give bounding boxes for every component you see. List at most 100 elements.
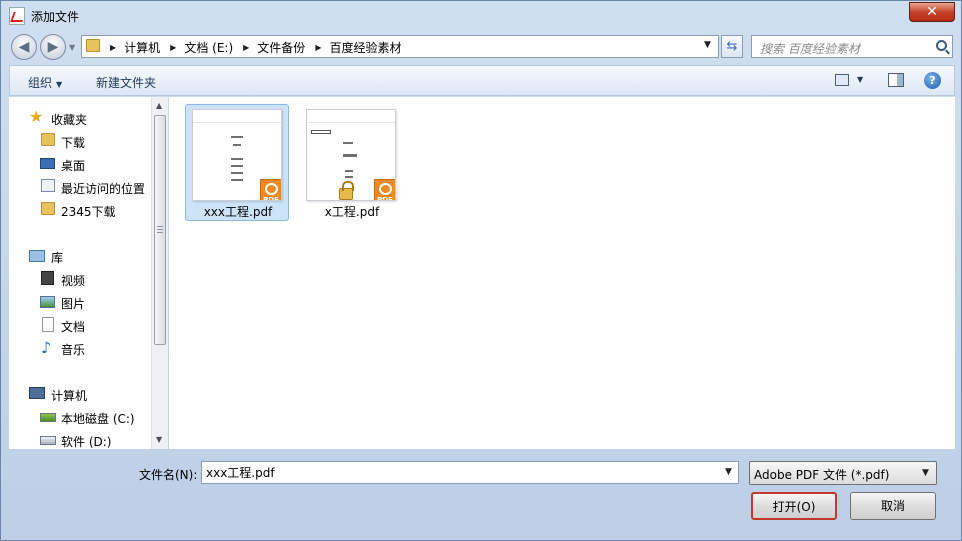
- nav-item-music[interactable]: ♪ 音乐: [9, 338, 151, 358]
- nav-item-recent-places[interactable]: 最近访问的位置: [9, 177, 151, 197]
- nav-label: 收藏夹: [51, 113, 88, 127]
- text-line: [231, 165, 243, 167]
- text-line: [345, 176, 353, 178]
- pdf-badge-icon: PDF: [260, 179, 281, 200]
- breadcrumb-backup[interactable]: 文件备份: [257, 39, 305, 56]
- file-name: xxx工程.pdf: [203, 205, 273, 219]
- file-type-value: Adobe PDF 文件 (*.pdf): [754, 468, 890, 482]
- chevron-down-icon[interactable]: ▼: [857, 75, 863, 84]
- folder-icon: [41, 133, 55, 146]
- file-list: PDF xxx工程.pdf PDF x工程.pdf: [169, 97, 955, 449]
- nav-item-2345-downloads[interactable]: 2345下载: [9, 200, 151, 220]
- file-name: x工程.pdf: [324, 205, 380, 219]
- back-arrow-icon: ◀: [18, 39, 30, 55]
- navigation-pane: ★ 收藏夹 下载 桌面 最近访问的位置 2345下载 库 视频 图片 文档 ♪ …: [9, 97, 168, 449]
- nav-item-libraries[interactable]: 库: [9, 246, 151, 266]
- chevron-right-icon[interactable]: ▶: [110, 43, 116, 52]
- nav-scrollbar[interactable]: ▲ ▼: [151, 97, 168, 449]
- forward-button[interactable]: ▶: [40, 34, 66, 60]
- nav-label: 桌面: [61, 159, 86, 173]
- open-button[interactable]: 打开(O): [751, 492, 837, 520]
- text-line: [343, 154, 357, 157]
- nav-label: 2345下载: [61, 205, 116, 219]
- close-button[interactable]: ✕: [909, 2, 955, 22]
- window-title: 添加文件: [31, 10, 80, 24]
- drive-icon: [40, 436, 56, 445]
- folder-icon: [86, 39, 100, 52]
- star-icon: ★: [29, 107, 44, 126]
- nav-label: 计算机: [51, 389, 88, 403]
- pdf-thumbnail: PDF: [192, 109, 282, 201]
- preview-pane-icon[interactable]: [888, 73, 904, 87]
- text-line: [231, 136, 243, 138]
- file-type-select[interactable]: Adobe PDF 文件 (*.pdf) ▼: [749, 461, 937, 485]
- breadcrumb-drive-e[interactable]: 文档 (E:): [184, 39, 233, 56]
- lock-icon: [339, 181, 354, 200]
- computer-icon: [29, 387, 45, 399]
- search-icon[interactable]: [936, 40, 947, 51]
- scroll-up-icon[interactable]: ▲: [156, 101, 162, 110]
- nav-item-videos[interactable]: 视频: [9, 269, 151, 289]
- breadcrumb-current[interactable]: 百度经验素材: [329, 39, 401, 56]
- refresh-button[interactable]: ⇆: [721, 35, 743, 58]
- grip-icon: [157, 226, 163, 233]
- chevron-down-icon[interactable]: ▼: [725, 467, 732, 477]
- nav-item-computer[interactable]: 计算机: [9, 384, 151, 404]
- breadcrumb-computer[interactable]: 计算机: [124, 39, 160, 56]
- divider: [193, 122, 281, 123]
- pdf-badge-icon: PDF: [374, 179, 395, 200]
- chevron-down-icon: ▼: [922, 468, 929, 478]
- nav-item-drive-d[interactable]: 软件 (D:): [9, 430, 151, 449]
- nav-label: 图片: [61, 297, 86, 311]
- picture-icon: [40, 296, 55, 308]
- chevron-down-icon[interactable]: ▼: [704, 40, 711, 50]
- music-icon: ♪: [41, 338, 52, 357]
- folder-icon: [41, 202, 55, 215]
- new-folder-button[interactable]: 新建文件夹: [96, 74, 156, 91]
- text-line: [231, 158, 243, 160]
- text-line: [231, 179, 243, 181]
- scroll-down-icon[interactable]: ▼: [156, 435, 162, 444]
- pdf-thumbnail: PDF: [306, 109, 396, 201]
- recent-locations-dropdown[interactable]: ▼: [69, 43, 75, 52]
- drive-icon: [40, 413, 56, 422]
- filename-field[interactable]: [201, 461, 739, 484]
- text-line: [233, 144, 241, 146]
- nav-item-drive-c[interactable]: 本地磁盘 (C:): [9, 407, 151, 427]
- nav-item-documents[interactable]: 文档: [9, 315, 151, 335]
- nav-item-downloads[interactable]: 下载: [9, 131, 151, 151]
- nav-label: 文档: [61, 320, 86, 334]
- nav-item-favorites[interactable]: ★ 收藏夹: [9, 108, 151, 128]
- video-icon: [41, 271, 54, 285]
- nav-label: 最近访问的位置: [61, 182, 146, 196]
- chevron-right-icon[interactable]: ▶: [170, 43, 176, 52]
- address-bar[interactable]: ▶ 计算机 ▶ 文档 (E:) ▶ 文件备份 ▶ 百度经验素材 ▼: [81, 35, 719, 58]
- pdf-app-icon: [9, 7, 25, 25]
- nav-label: 视频: [61, 274, 86, 288]
- file-item[interactable]: PDF xxx工程.pdf: [185, 104, 289, 221]
- help-icon[interactable]: ?: [924, 72, 941, 89]
- change-view-icon[interactable]: [835, 74, 849, 86]
- title-bar: 添加文件 ✕: [1, 1, 961, 31]
- file-item[interactable]: PDF x工程.pdf: [299, 104, 403, 221]
- organize-label: 组织: [28, 76, 53, 90]
- recent-places-icon: [41, 179, 55, 192]
- cancel-button[interactable]: 取消: [850, 492, 936, 520]
- forward-arrow-icon: ▶: [47, 39, 59, 55]
- chevron-right-icon[interactable]: ▶: [315, 43, 321, 52]
- back-button[interactable]: ◀: [11, 34, 37, 60]
- nav-label: 库: [51, 251, 64, 265]
- search-placeholder: 搜索 百度经验素材: [760, 42, 860, 56]
- text-line: [345, 170, 353, 172]
- text-line: [231, 172, 243, 174]
- breadcrumb: ▶ 计算机 ▶ 文档 (E:) ▶ 文件备份 ▶ 百度经验素材: [106, 39, 401, 56]
- nav-item-pictures[interactable]: 图片: [9, 292, 151, 312]
- library-icon: [29, 250, 45, 262]
- search-input[interactable]: 搜索 百度经验素材: [751, 35, 953, 58]
- chevron-right-icon[interactable]: ▶: [243, 43, 249, 52]
- divider: [307, 122, 395, 123]
- nav-item-desktop[interactable]: 桌面: [9, 154, 151, 174]
- organize-menu[interactable]: 组织 ▼: [28, 74, 62, 91]
- scrollbar-thumb[interactable]: [154, 115, 166, 345]
- nav-label: 本地磁盘 (C:): [61, 412, 135, 426]
